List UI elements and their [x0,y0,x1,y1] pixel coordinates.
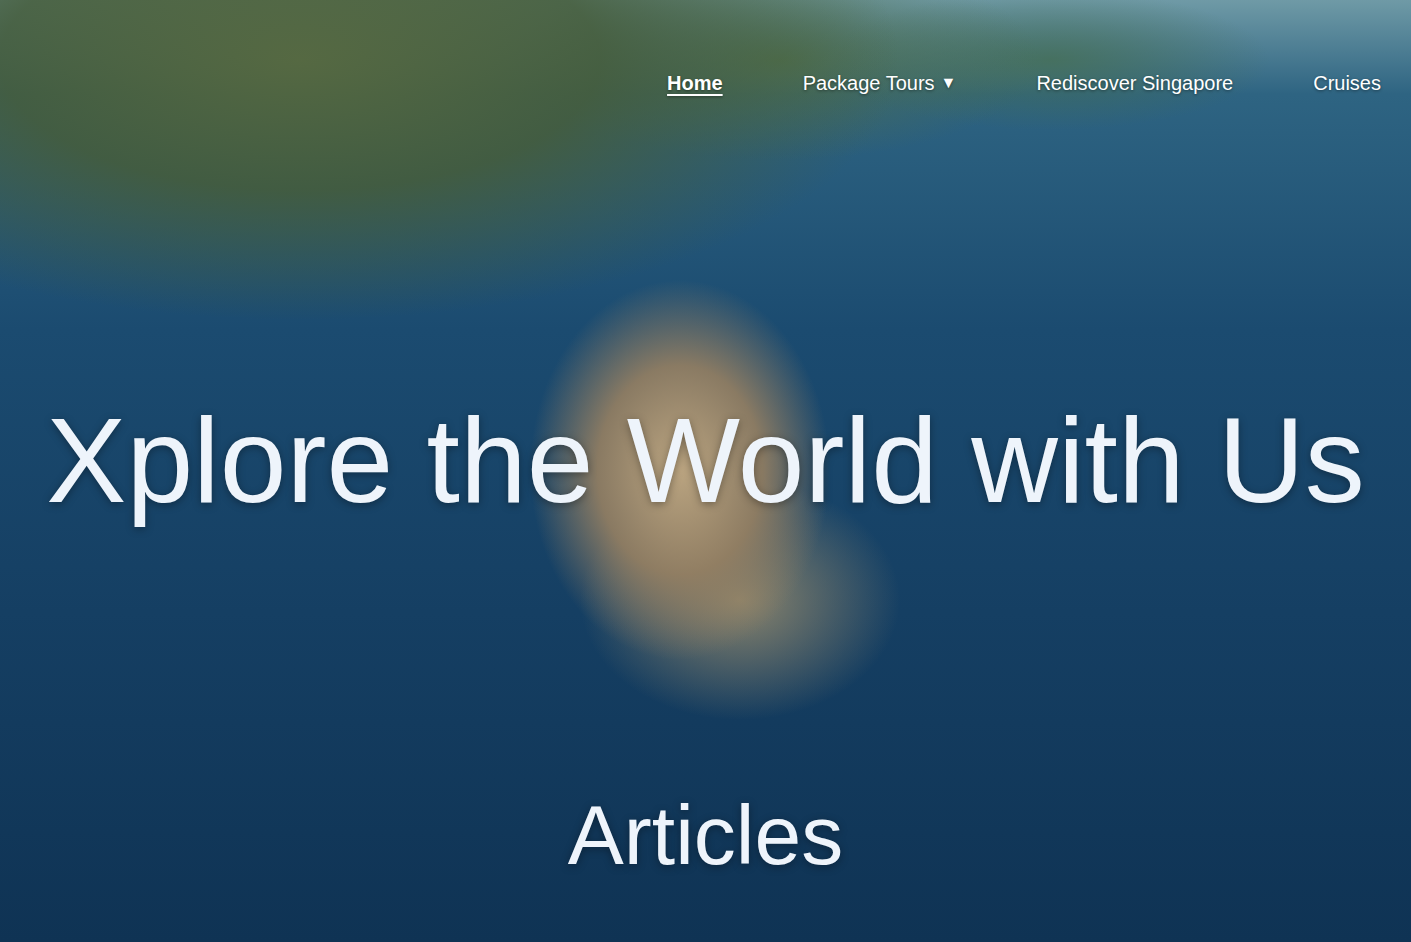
section-title: Articles [0,789,1411,881]
hero-section: Home Package Tours▼ Rediscover Singapore Cr… [0,0,1411,942]
nav-bar: Home Package Tours▼ Rediscover Singapore Cr… [0,0,1411,96]
nav-link[interactable]: Cruises [1313,70,1381,96]
nav-link[interactable]: Rediscover Singapore [1036,70,1233,96]
nav-link[interactable]: Package Tours▼ [803,70,957,96]
dropdown-caret-icon[interactable]: ▼ [941,70,957,96]
nav-link[interactable]: Home [667,70,723,96]
hero-title: Xplore the World with Us [0,394,1411,526]
